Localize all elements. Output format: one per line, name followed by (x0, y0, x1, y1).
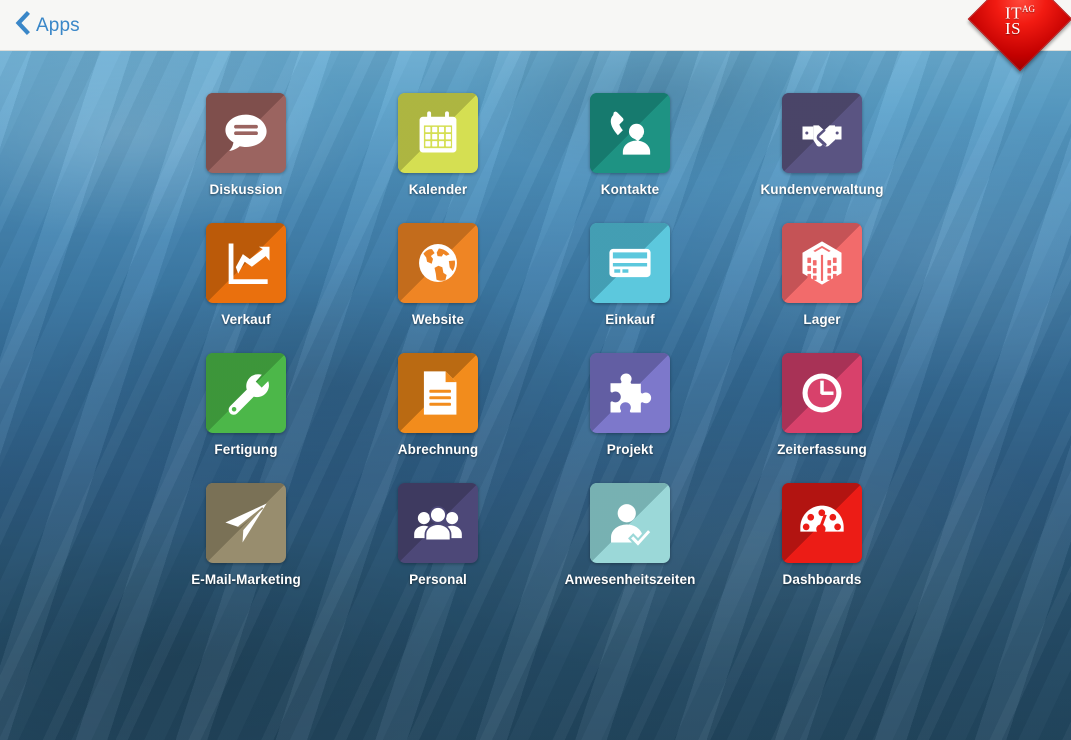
gauge-icon-glyph (796, 497, 848, 549)
app-tile-personal[interactable]: Personal (342, 483, 534, 613)
clock-icon[interactable] (782, 353, 862, 433)
growth-chart-icon[interactable] (206, 223, 286, 303)
credit-card-icon-glyph (604, 237, 656, 289)
chevron-left-icon (14, 11, 30, 40)
app-label: Kalender (408, 182, 468, 197)
wrench-icon-glyph (220, 367, 272, 419)
app-tile-anwesenheitszeiten[interactable]: Anwesenheitszeiten (534, 483, 726, 613)
app-label: Projekt (606, 442, 654, 457)
app-label: Kontakte (600, 182, 660, 197)
gauge-icon[interactable] (782, 483, 862, 563)
app-tile-kundenverwaltung[interactable]: Kundenverwaltung (726, 93, 918, 223)
top-bar: Apps ITAG IS (0, 0, 1071, 72)
logo-text: ITAG IS (984, 0, 1056, 55)
invoice-document-icon[interactable] (398, 353, 478, 433)
calendar-icon[interactable] (398, 93, 478, 173)
handshake-icon-glyph (796, 107, 848, 159)
app-label: Einkauf (605, 312, 655, 327)
app-label: Lager (803, 312, 841, 327)
app-tile-kalender[interactable]: Kalender (342, 93, 534, 223)
growth-chart-icon-glyph (220, 237, 272, 289)
app-label: Website (411, 312, 465, 327)
back-to-apps-link[interactable]: Apps (14, 0, 80, 51)
app-label: Anwesenheitszeiten (564, 572, 696, 587)
invoice-document-icon-glyph (412, 367, 464, 419)
speech-bubble-icon-glyph (220, 107, 272, 159)
phone-contact-icon-glyph (604, 107, 656, 159)
app-label: Dashboards (782, 572, 862, 587)
app-label: Abrechnung (397, 442, 479, 457)
app-tile-kontakte[interactable]: Kontakte (534, 93, 726, 223)
app-label: E-Mail-Marketing (191, 572, 301, 587)
app-tile-zeiterfassung[interactable]: Zeiterfassung (726, 353, 918, 483)
logo-superscript: AG (1022, 4, 1036, 15)
puzzle-piece-icon[interactable] (590, 353, 670, 433)
handshake-icon[interactable] (782, 93, 862, 173)
app-tile-dashboards[interactable]: Dashboards (726, 483, 918, 613)
globe-icon[interactable] (398, 223, 478, 303)
app-tile-verkauf[interactable]: Verkauf (150, 223, 342, 353)
app-label: Diskussion (209, 182, 283, 197)
warehouse-box-icon[interactable] (782, 223, 862, 303)
clock-icon-glyph (796, 367, 848, 419)
app-label: Verkauf (221, 312, 271, 327)
credit-card-icon[interactable] (590, 223, 670, 303)
app-tile-lager[interactable]: Lager (726, 223, 918, 353)
app-tile-abrechnung[interactable]: Abrechnung (342, 353, 534, 483)
puzzle-piece-icon-glyph (604, 367, 656, 419)
app-label: Kundenverwaltung (760, 182, 884, 197)
app-tile-projekt[interactable]: Projekt (534, 353, 726, 483)
phone-contact-icon[interactable] (590, 93, 670, 173)
back-label: Apps (36, 14, 80, 36)
app-label: Fertigung (214, 442, 278, 457)
wrench-icon[interactable] (206, 353, 286, 433)
logo-line-2: IS (1004, 18, 1022, 38)
people-group-icon[interactable] (398, 483, 478, 563)
app-tile-einkauf[interactable]: Einkauf (534, 223, 726, 353)
person-check-icon-glyph (604, 497, 656, 549)
people-group-icon-glyph (412, 497, 464, 549)
speech-bubble-icon[interactable] (206, 93, 286, 173)
app-tile-fertigung[interactable]: Fertigung (150, 353, 342, 483)
globe-icon-glyph (412, 237, 464, 289)
person-check-icon[interactable] (590, 483, 670, 563)
calendar-icon-glyph (412, 107, 464, 159)
app-grid: Diskussion Kalender Kontakte Kundenverwaltu… (150, 93, 918, 613)
app-tile-e-mail-marketing[interactable]: E-Mail-Marketing (150, 483, 342, 613)
app-tile-diskussion[interactable]: Diskussion (150, 93, 342, 223)
app-label: Personal (409, 572, 467, 587)
paper-plane-icon[interactable] (206, 483, 286, 563)
warehouse-box-icon-glyph (796, 237, 848, 289)
paper-plane-icon-glyph (220, 497, 272, 549)
desktop-wallpaper: Diskussion Kalender Kontakte Kundenverwaltu… (0, 51, 1071, 740)
app-tile-website[interactable]: Website (342, 223, 534, 353)
app-label: Zeiterfassung (777, 442, 867, 457)
